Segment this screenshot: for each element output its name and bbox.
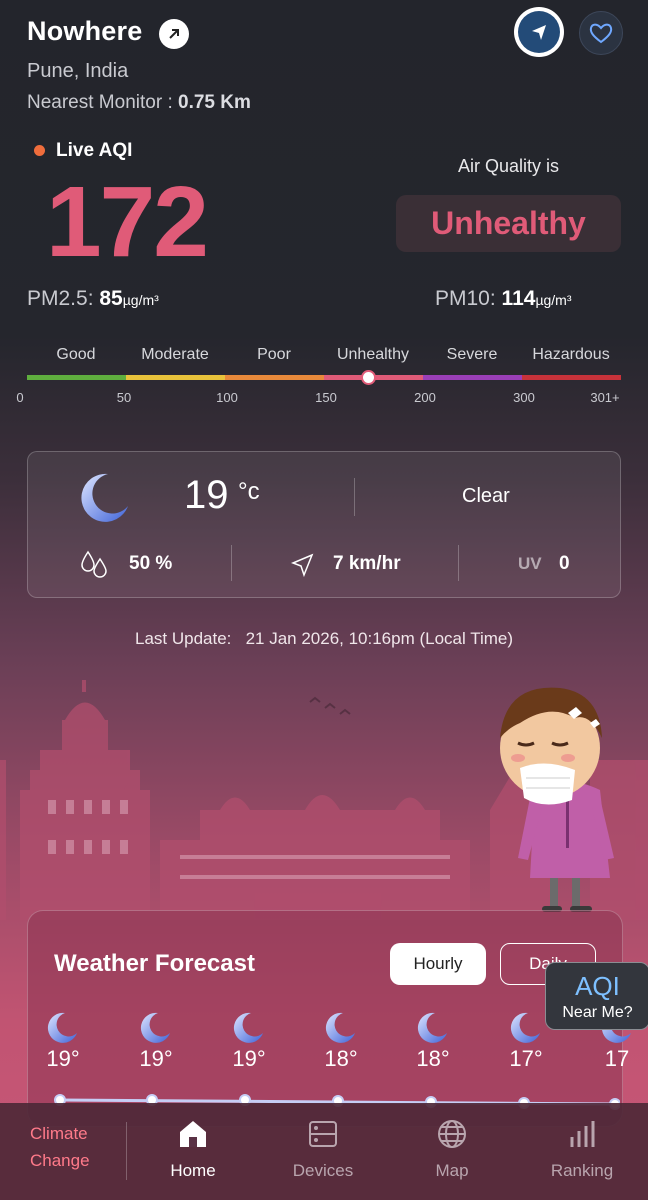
- pm10-reading: PM10: 114µg/m³: [435, 287, 572, 311]
- temperature-unit: °c: [238, 478, 260, 505]
- scale-segment-severe: [423, 375, 522, 380]
- nav-ranking[interactable]: Ranking: [527, 1161, 637, 1181]
- moon-icon: [47, 1012, 77, 1043]
- last-update: Last Update: 21 Jan 2026, 10:16pm (Local…: [0, 629, 648, 649]
- uv-label: UV: [518, 554, 542, 573]
- live-indicator-dot: [34, 145, 45, 156]
- last-update-label: Last Update:: [134, 629, 232, 648]
- pm10-label: PM10:: [435, 287, 496, 310]
- wind-direction-icon: [290, 553, 314, 578]
- wind-value: 7 km/hr: [333, 553, 401, 574]
- weather-condition: Clear: [462, 485, 510, 507]
- scale-segment-hazardous: [522, 375, 621, 380]
- hourly-tab[interactable]: Hourly: [390, 943, 486, 985]
- near-me-brand: AQI: [575, 971, 620, 1001]
- scale-category-severe: Severe: [446, 346, 498, 363]
- nav-home[interactable]: Home: [138, 1161, 248, 1181]
- climate-line-1: Climate: [30, 1124, 88, 1143]
- external-link-icon[interactable]: [159, 19, 189, 49]
- pm25-reading: PM2.5: 85µg/m³: [27, 287, 159, 311]
- hourly-temp: 19°: [139, 1046, 173, 1071]
- favorite-button[interactable]: [579, 11, 623, 55]
- temperature-value: 19: [184, 473, 229, 517]
- near-me-label: Near Me?: [562, 1004, 633, 1021]
- scale-category-good: Good: [56, 346, 96, 363]
- scale-tick: 100: [216, 390, 238, 405]
- aqi-near-me-button[interactable]: AQI Near Me?: [545, 962, 648, 1030]
- navigation-arrow-icon: [532, 25, 546, 40]
- scale-category-unhealthy: Unhealthy: [336, 346, 410, 363]
- scale-tick: 300: [513, 390, 535, 405]
- monitor-label: Nearest Monitor :: [27, 92, 173, 113]
- hourly-temp: 19°: [232, 1046, 266, 1071]
- scale-segment-good: [27, 375, 126, 380]
- ranking-icon[interactable]: [565, 1117, 599, 1151]
- divider: [126, 1122, 127, 1180]
- moon-icon: [140, 1012, 170, 1043]
- nearest-monitor: Nearest Monitor : 0.75 Km: [27, 92, 251, 114]
- scale-tick: 50: [116, 390, 132, 405]
- moon-icon: [325, 1012, 355, 1043]
- scale-tick: 150: [315, 390, 337, 405]
- masked-boy-illustration: [500, 687, 614, 912]
- humidity-icon: [81, 550, 107, 578]
- hourly-temp: 18°: [416, 1046, 450, 1071]
- hourly-temp: 18°: [324, 1046, 358, 1071]
- humidity-value: 50 %: [129, 553, 173, 574]
- aqi-scale-bar: [27, 375, 621, 380]
- moon-icon: [417, 1012, 447, 1043]
- pm10-value: 114: [501, 287, 536, 310]
- city-label: Pune, India: [27, 60, 129, 82]
- aqi-status-badge: Unhealthy: [396, 195, 621, 252]
- hourly-temp: 17: [604, 1046, 630, 1071]
- moon-icon: [233, 1012, 263, 1043]
- pm10-unit: µg/m³: [535, 292, 572, 308]
- divider: [354, 478, 355, 516]
- live-aqi-label: Live AQI: [56, 140, 133, 161]
- monitor-distance: 0.75 Km: [178, 92, 251, 113]
- locate-button[interactable]: [514, 7, 564, 57]
- scale-tick: 0: [16, 390, 24, 405]
- uv-value: 0: [559, 553, 570, 574]
- nav-map[interactable]: Map: [397, 1161, 507, 1181]
- scale-category-moderate: Moderate: [141, 346, 209, 363]
- home-icon[interactable]: [176, 1117, 210, 1151]
- aqi-scale-marker: [361, 370, 376, 385]
- heart-icon: [589, 23, 613, 44]
- scale-category-hazardous: Hazardous: [532, 346, 610, 363]
- climate-line-2: Change: [30, 1151, 90, 1170]
- devices-icon[interactable]: [306, 1117, 340, 1151]
- hourly-temp: 19°: [46, 1046, 80, 1071]
- scale-segment-poor: [225, 375, 324, 380]
- aqi-value: 172: [46, 166, 209, 278]
- divider: [458, 545, 459, 581]
- air-quality-prefix: Air Quality is: [458, 156, 560, 176]
- climate-change-button[interactable]: Climate Change: [30, 1124, 100, 1186]
- scale-tick: 200: [414, 390, 436, 405]
- moon-icon: [510, 1012, 540, 1043]
- last-update-time: 21 Jan 2026, 10:16pm (Local Time): [245, 629, 513, 648]
- pm25-label: PM2.5:: [27, 287, 94, 310]
- scale-segment-moderate: [126, 375, 225, 380]
- pm25-value: 85: [99, 287, 123, 310]
- nav-devices[interactable]: Devices: [268, 1161, 378, 1181]
- moon-icon: [81, 473, 128, 522]
- scale-category-poor: Poor: [257, 346, 291, 363]
- divider: [231, 545, 232, 581]
- forecast-title: Weather Forecast: [54, 950, 255, 977]
- scale-tick: 301+: [590, 390, 620, 405]
- globe-icon[interactable]: [435, 1117, 469, 1151]
- pm25-unit: µg/m³: [122, 292, 159, 308]
- location-title[interactable]: Nowhere: [27, 16, 142, 47]
- hourly-temp: 17°: [509, 1046, 543, 1071]
